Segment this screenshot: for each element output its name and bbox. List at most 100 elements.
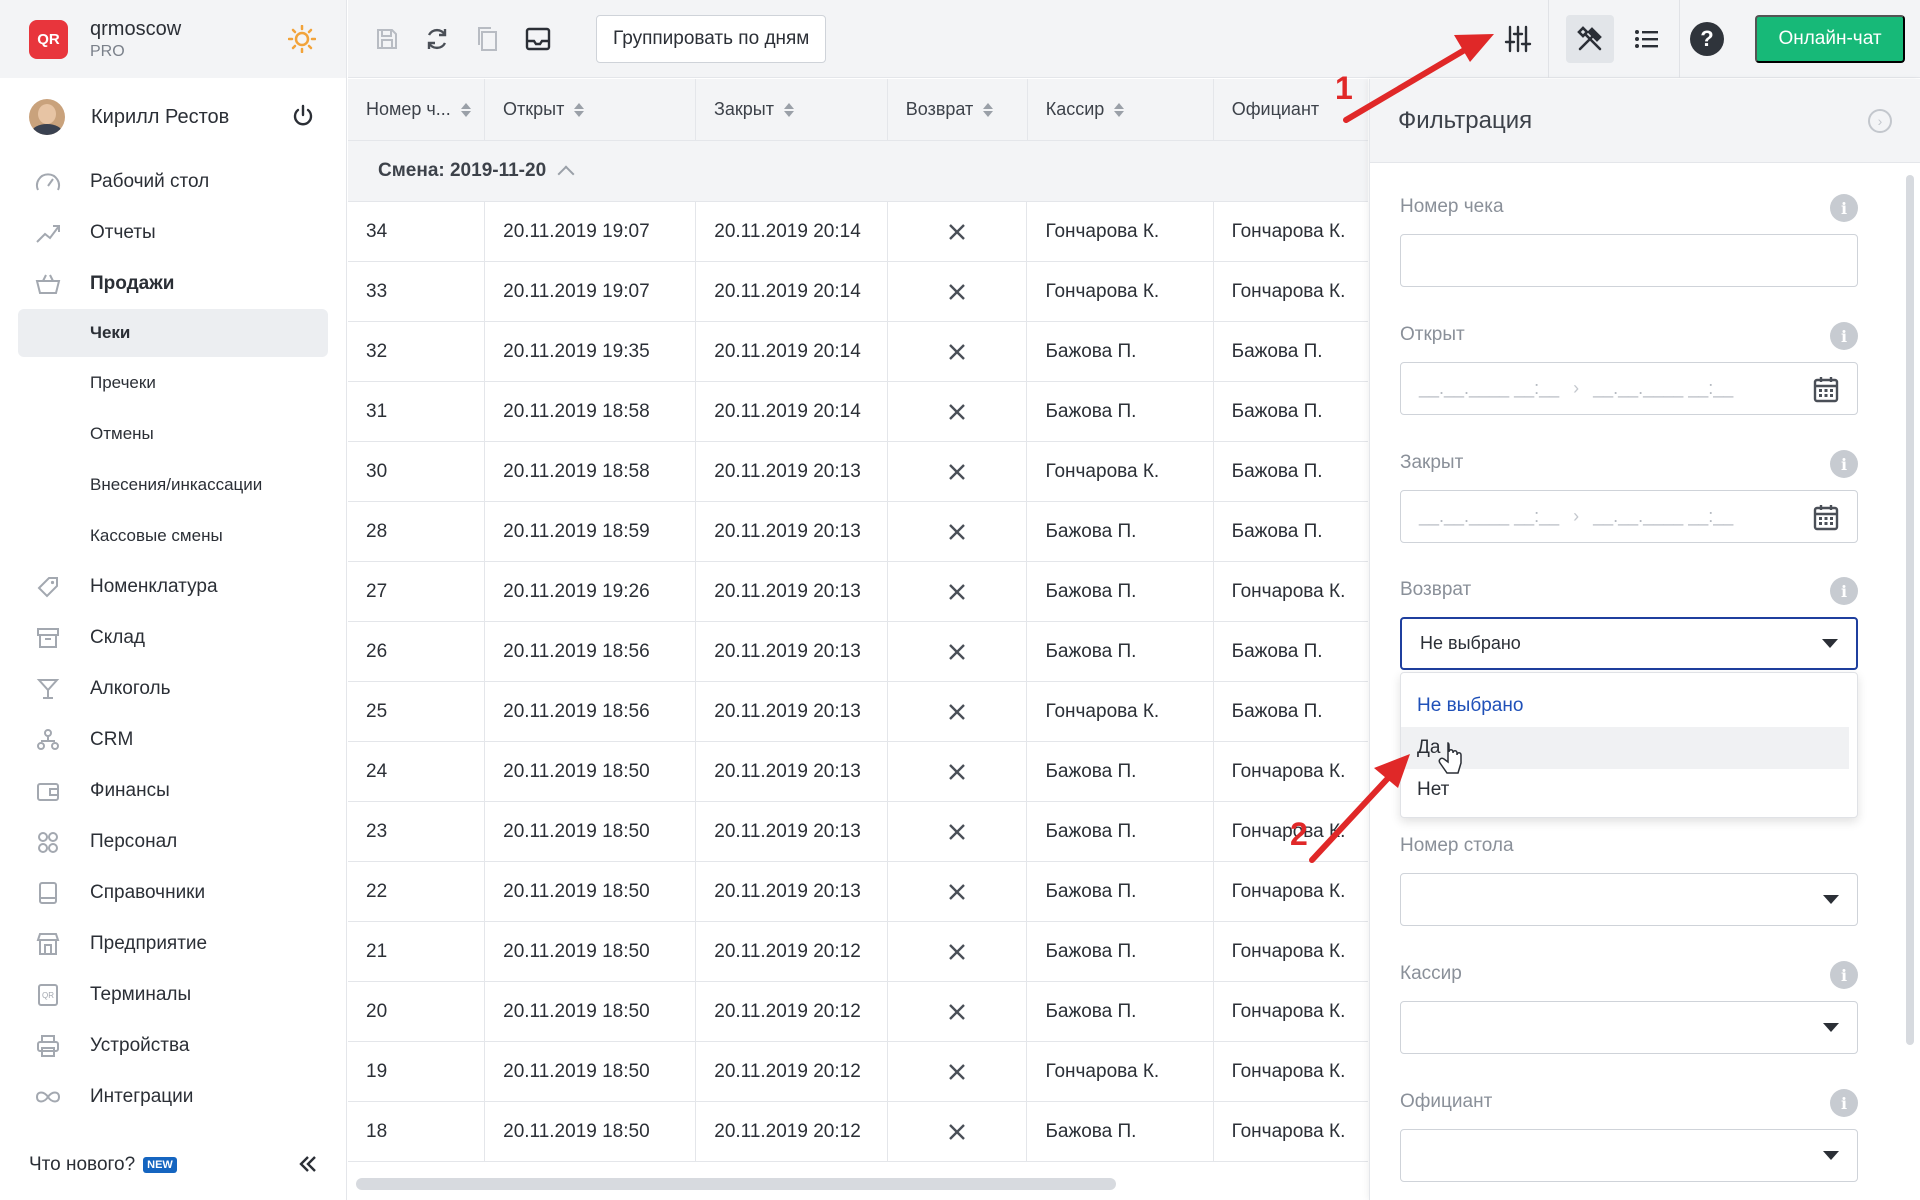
dropdown-option-not-selected[interactable]: Не выбрано [1401,685,1849,727]
info-icon[interactable]: i [1830,961,1858,989]
sidebar-item-cancellations[interactable]: Отмены [0,408,346,459]
cell-closed: 20.11.2019 20:13 [696,562,889,621]
filter-sliders-icon[interactable] [1478,0,1558,78]
sidebar-item-cash-shifts[interactable]: Кассовые смены [0,510,346,561]
opened-to-input[interactable]: __.__.____ __:__ [1593,378,1733,399]
column-header-return[interactable]: Возврат [888,79,1028,140]
table-row[interactable]: 33 20.11.2019 19:07 20.11.2019 20:14 Гончар… [348,262,1368,322]
list-view-icon[interactable] [1623,15,1671,63]
info-icon[interactable]: i [1830,322,1858,350]
sort-icon[interactable] [574,102,585,117]
tools-icon[interactable] [1566,15,1614,63]
calendar-icon[interactable] [1813,375,1839,403]
help-icon[interactable]: ? [1690,22,1724,56]
table-row[interactable]: 30 20.11.2019 18:58 20.11.2019 20:13 Гончар… [348,442,1368,502]
user-name[interactable]: Кирилл Рестов [91,106,291,129]
table-row[interactable]: 18 20.11.2019 18:50 20.11.2019 20:12 Бажова… [348,1102,1368,1162]
table-row[interactable]: 22 20.11.2019 18:50 20.11.2019 20:13 Бажова… [348,862,1368,922]
info-icon[interactable]: i [1830,194,1858,222]
sidebar-item-prechecks[interactable]: Пречеки [0,357,346,408]
table-row[interactable]: 34 20.11.2019 19:07 20.11.2019 20:14 Гончар… [348,202,1368,262]
info-icon[interactable]: i [1830,577,1858,605]
avatar[interactable] [29,99,65,135]
cell-waiter: Гончарова К. [1231,280,1346,302]
nav-item-alcohol[interactable]: Алкоголь [0,663,346,714]
collapse-sidebar-icon[interactable] [298,1150,318,1181]
calendar-icon[interactable] [1813,503,1839,531]
cell-closed: 20.11.2019 20:12 [696,1102,889,1161]
sort-icon[interactable] [783,102,794,117]
closed-range-input[interactable]: __.__.____ __:__ › __.__.____ __:__ [1400,490,1858,543]
power-icon[interactable] [291,104,317,130]
field-label: Кассир [1400,963,1462,984]
cashier-select[interactable] [1400,1001,1858,1054]
table-row[interactable]: 23 20.11.2019 18:50 20.11.2019 20:13 Бажова… [348,802,1368,862]
column-header-cashier[interactable]: Кассир [1028,79,1214,140]
column-header-closed[interactable]: Закрыт [696,79,888,140]
nav-item-references[interactable]: Справочники [0,867,346,918]
chevron-up-icon[interactable] [557,165,575,183]
nav-item-sales[interactable]: Продажи [0,258,346,309]
sort-icon[interactable] [460,102,471,117]
table-row[interactable]: 25 20.11.2019 18:56 20.11.2019 20:13 Гончар… [348,682,1368,742]
sort-icon[interactable] [983,102,994,117]
inbox-icon[interactable] [523,24,553,54]
cell-cashier: Бажова П. [1027,382,1214,441]
nav-item-crm[interactable]: CRM [0,714,346,765]
group-by-days-button[interactable]: Группировать по дням [596,15,827,63]
nav-item-nomenclature[interactable]: Номенклатура [0,561,346,612]
table-row[interactable]: 20 20.11.2019 18:50 20.11.2019 20:12 Бажова… [348,982,1368,1042]
return-select[interactable]: Не выбрано [1400,617,1858,670]
info-icon[interactable]: i [1830,1089,1858,1117]
nav-item-enterprise[interactable]: Предприятие [0,918,346,969]
opened-from-input[interactable]: __.__.____ __:__ [1419,378,1559,399]
caret-down-icon[interactable] [1823,1023,1839,1032]
nav-item-devices[interactable]: Устройства [0,1020,346,1071]
nav-item-warehouse[interactable]: Склад [0,612,346,663]
shift-group-row[interactable]: Смена: 2019-11-20 [348,141,1368,202]
table-row[interactable]: 26 20.11.2019 18:56 20.11.2019 20:13 Бажова… [348,622,1368,682]
table-row[interactable]: 31 20.11.2019 18:58 20.11.2019 20:14 Бажова… [348,382,1368,442]
sort-icon[interactable] [1114,102,1125,117]
save-icon[interactable] [372,24,402,54]
caret-down-icon[interactable] [1823,1151,1839,1160]
brand-logo[interactable]: QR [29,19,68,59]
opened-range-input[interactable]: __.__.____ __:__ › __.__.____ __:__ [1400,362,1858,415]
table-number-select[interactable] [1400,873,1858,926]
closed-from-input[interactable]: __.__.____ __:__ [1419,506,1559,527]
nav-item-terminals[interactable]: QR Терминалы [0,969,346,1020]
check-number-input[interactable] [1400,234,1858,287]
horizontal-scrollbar[interactable] [356,1178,1116,1190]
info-icon[interactable]: i [1830,450,1858,478]
dropdown-option-yes[interactable]: Да [1401,727,1849,769]
theme-sun-icon[interactable] [287,24,317,54]
nav-item-staff[interactable]: Персонал [0,816,346,867]
whats-new-link[interactable]: Что нового? [29,1154,135,1176]
caret-down-icon[interactable] [1822,639,1838,648]
sidebar-item-deposits[interactable]: Внесения/инкассации [0,459,346,510]
dropdown-option-no[interactable]: Нет [1401,769,1849,811]
table-row[interactable]: 21 20.11.2019 18:50 20.11.2019 20:12 Бажова… [348,922,1368,982]
panel-scrollbar[interactable] [1906,175,1914,1045]
cell-waiter: Гончарова К. [1231,1060,1346,1082]
table-row[interactable]: 32 20.11.2019 19:35 20.11.2019 20:14 Бажова… [348,322,1368,382]
table-row[interactable]: 19 20.11.2019 18:50 20.11.2019 20:12 Гончар… [348,1042,1368,1102]
nav-item-integrations[interactable]: Интеграции [0,1071,346,1122]
table-row[interactable]: 24 20.11.2019 18:50 20.11.2019 20:13 Бажова… [348,742,1368,802]
nav-item-finance[interactable]: Финансы [0,765,346,816]
waiter-select[interactable] [1400,1129,1858,1182]
column-header-opened[interactable]: Открыт [485,79,696,140]
online-chat-button[interactable]: Онлайн-чат [1755,15,1905,63]
close-panel-icon[interactable]: › [1868,108,1892,133]
caret-down-icon[interactable] [1823,895,1839,904]
table-row[interactable]: 27 20.11.2019 19:26 20.11.2019 20:13 Бажова… [348,562,1368,622]
table-row[interactable]: 28 20.11.2019 18:59 20.11.2019 20:13 Бажова… [348,502,1368,562]
sidebar-item-checks[interactable]: Чеки [18,309,328,357]
nav-item-dashboard[interactable]: Рабочий стол [0,156,346,207]
column-header-number[interactable]: Номер ч... [348,79,486,140]
copy-icon[interactable] [472,24,502,54]
cell-waiter: Бажова П. [1231,340,1323,362]
nav-item-reports[interactable]: Отчеты [0,207,346,258]
closed-to-input[interactable]: __.__.____ __:__ [1593,506,1733,527]
refresh-icon[interactable] [422,24,452,54]
